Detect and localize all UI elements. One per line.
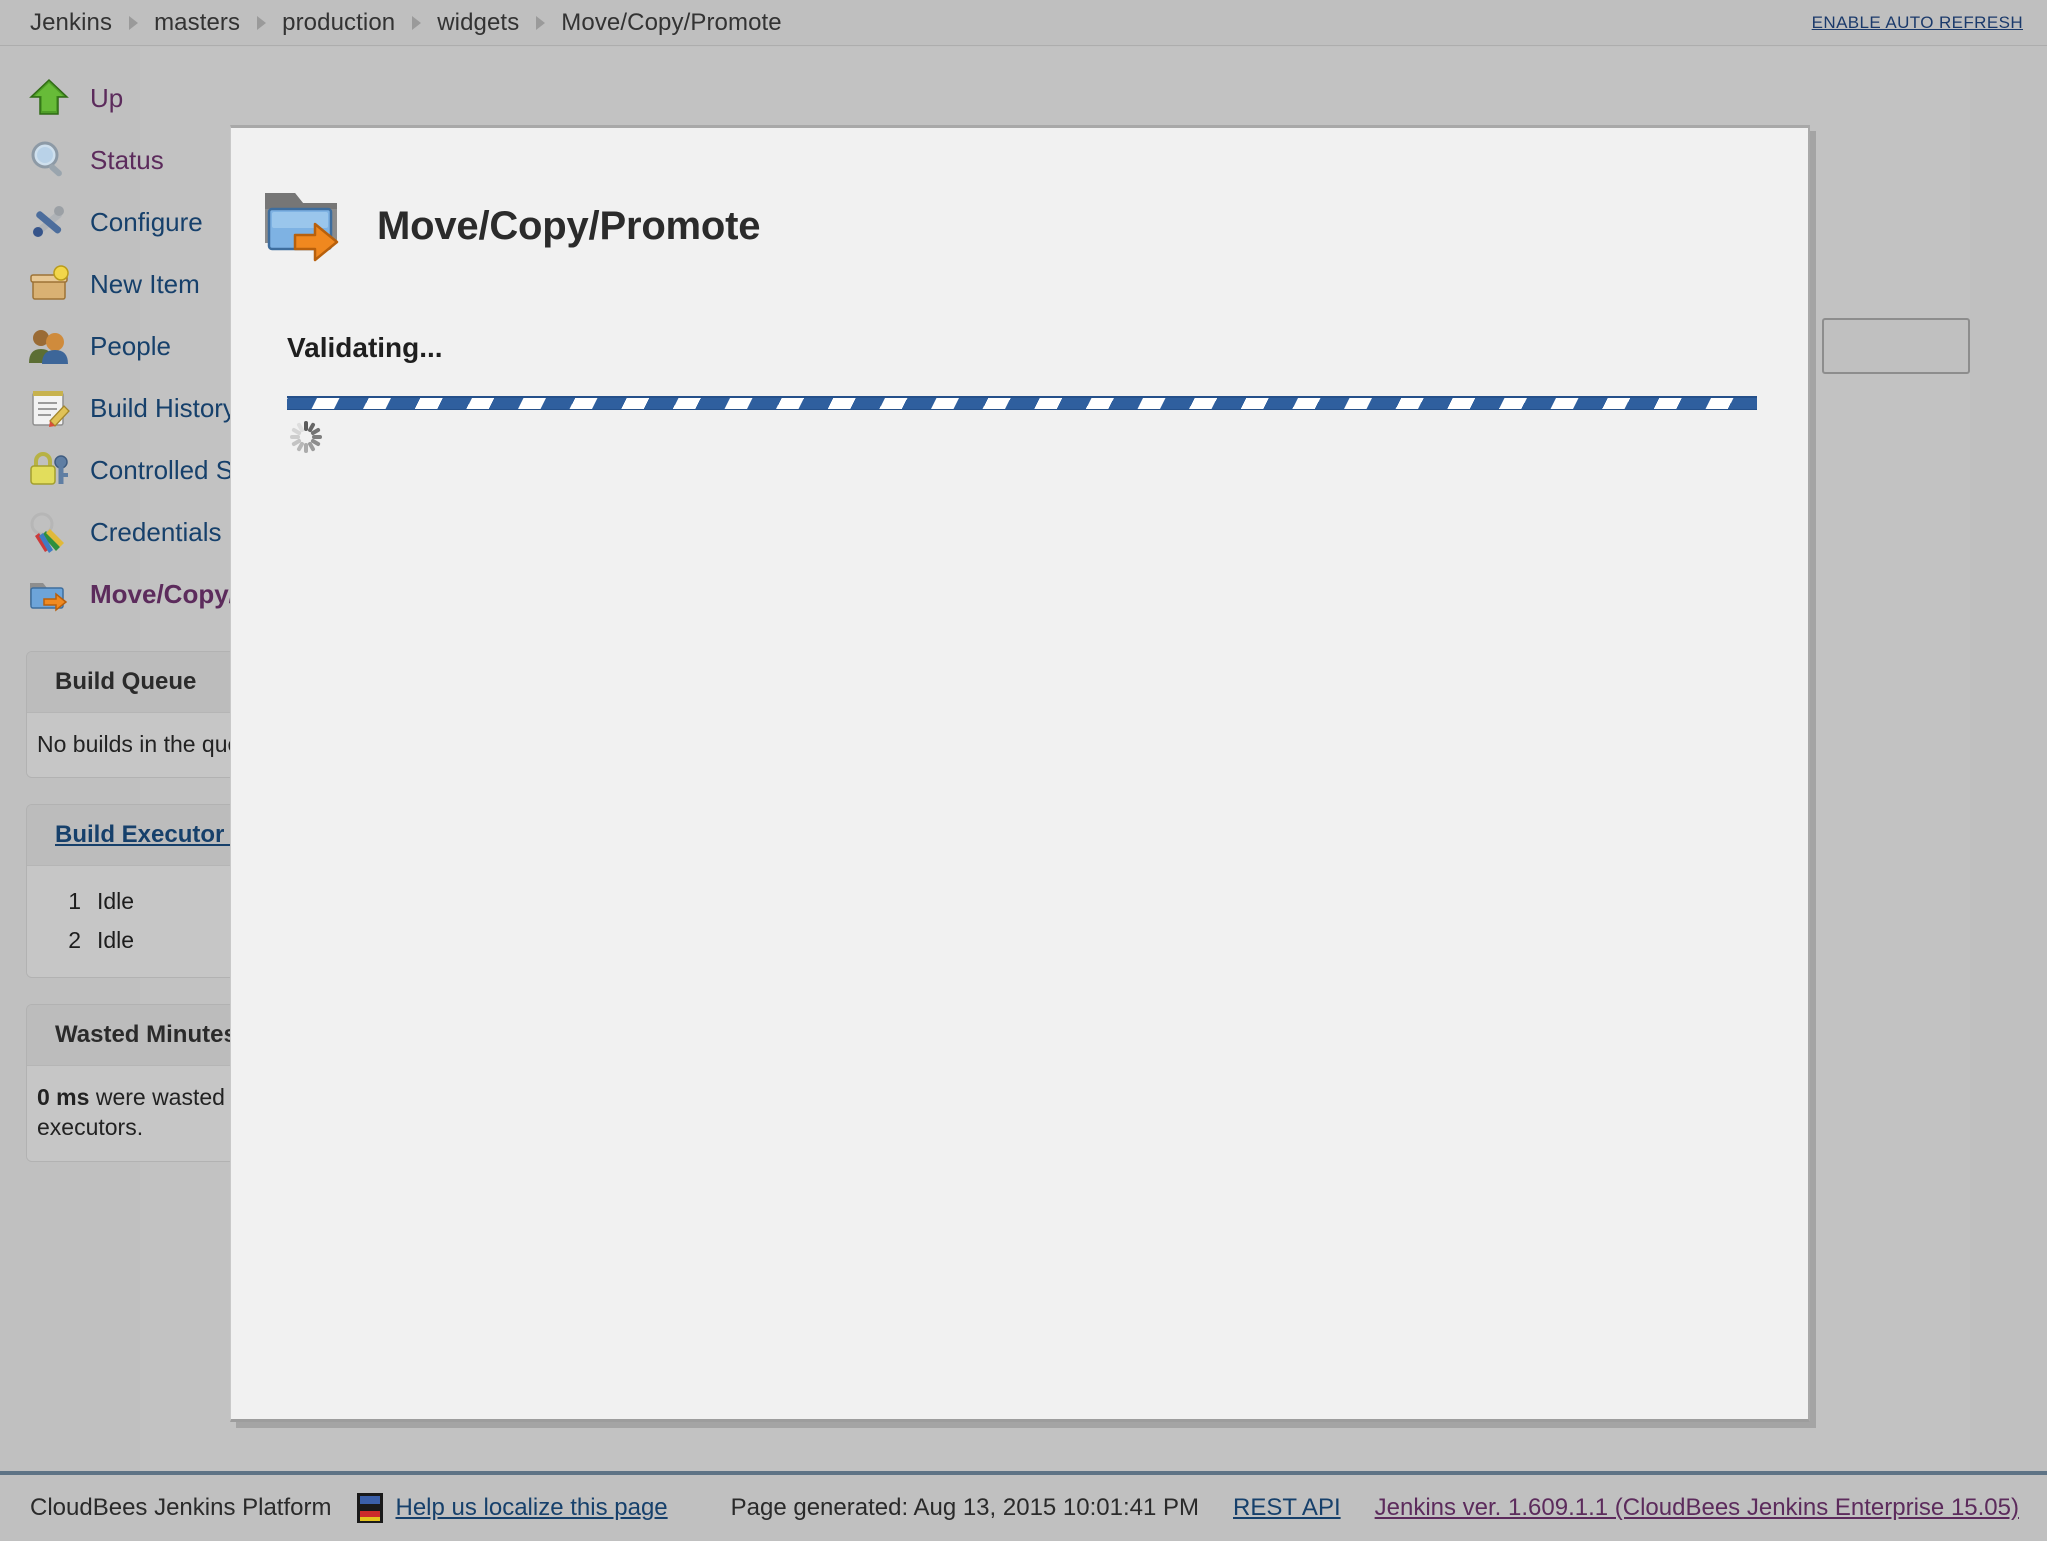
sidebar-item-label: Credentials xyxy=(90,516,222,547)
breadcrumb: Jenkins masters production widgets Move/… xyxy=(0,0,2047,46)
sidebar-item-up[interactable]: Up xyxy=(0,67,420,129)
dialog-title: Move/Copy/Promote xyxy=(377,203,761,248)
validating-status-text: Validating... xyxy=(287,332,443,363)
breadcrumb-separator-icon xyxy=(112,15,154,30)
jenkins-version-link[interactable]: Jenkins ver. 1.609.1.1 (CloudBees Jenkin… xyxy=(1375,1494,2019,1522)
magnifier-icon xyxy=(26,137,72,183)
footer: CloudBees Jenkins Platform Help us local… xyxy=(0,1475,2047,1541)
sidebar-item-label: People xyxy=(90,330,171,361)
folder-move-icon xyxy=(259,183,351,269)
executor-number: 1 xyxy=(68,888,81,915)
content-area: Up Status Configure New Item People Buil… xyxy=(0,47,2047,1471)
wasted-minutes-value: 0 ms xyxy=(37,1084,90,1111)
move-copy-promote-dialog: Move/Copy/Promote Validating... xyxy=(230,125,1810,1422)
flag-icon xyxy=(355,1491,385,1525)
enable-auto-refresh-link[interactable]: ENABLE AUTO REFRESH xyxy=(1812,13,2023,33)
breadcrumb-separator-icon xyxy=(395,15,437,30)
people-icon xyxy=(26,323,72,369)
background-text-field[interactable] xyxy=(1822,318,1970,374)
sidebar-item-label: Build History xyxy=(90,392,236,423)
dialog-header: Move/Copy/Promote xyxy=(259,172,1768,280)
progress-area xyxy=(287,396,1757,454)
executor-status[interactable]: Idle xyxy=(97,886,134,916)
folder-move-icon xyxy=(26,571,72,617)
jenkins-page: Jenkins masters production widgets Move/… xyxy=(0,0,2047,1541)
breadcrumb-separator-icon xyxy=(519,15,561,30)
sidebar-item-label: New Item xyxy=(90,268,200,299)
loading-spinner-icon xyxy=(289,420,323,454)
keys-icon xyxy=(26,509,72,555)
up-arrow-icon xyxy=(26,75,72,121)
footer-right: Page generated: Aug 13, 2015 10:01:41 PM… xyxy=(731,1494,2047,1522)
breadcrumb-item-widgets[interactable]: widgets xyxy=(437,9,519,37)
rest-api-link[interactable]: REST API xyxy=(1233,1494,1341,1522)
breadcrumb-separator-icon xyxy=(240,15,282,30)
sidebar-item-label: Configure xyxy=(90,206,203,237)
executor-status[interactable]: Idle xyxy=(97,925,134,955)
executor-number: 2 xyxy=(68,926,81,953)
localize-link[interactable]: Help us localize this page xyxy=(395,1494,667,1522)
tools-icon xyxy=(26,199,72,245)
breadcrumb-item-production[interactable]: production xyxy=(282,9,395,37)
breadcrumb-item-jenkins[interactable]: Jenkins xyxy=(30,9,112,37)
notebook-icon xyxy=(26,385,72,431)
indeterminate-progress-bar xyxy=(287,396,1757,410)
lock-key-icon xyxy=(26,447,72,493)
sidebar-item-label: Status xyxy=(90,144,164,175)
page-generated-text: Page generated: Aug 13, 2015 10:01:41 PM xyxy=(730,1494,1200,1521)
product-name: CloudBees Jenkins Platform xyxy=(30,1494,332,1521)
new-item-icon xyxy=(26,261,72,307)
breadcrumb-item-masters[interactable]: masters xyxy=(154,9,240,37)
sidebar-item-label: Up xyxy=(90,82,124,113)
breadcrumb-item-move-copy-promote[interactable]: Move/Copy/Promote xyxy=(561,9,781,37)
